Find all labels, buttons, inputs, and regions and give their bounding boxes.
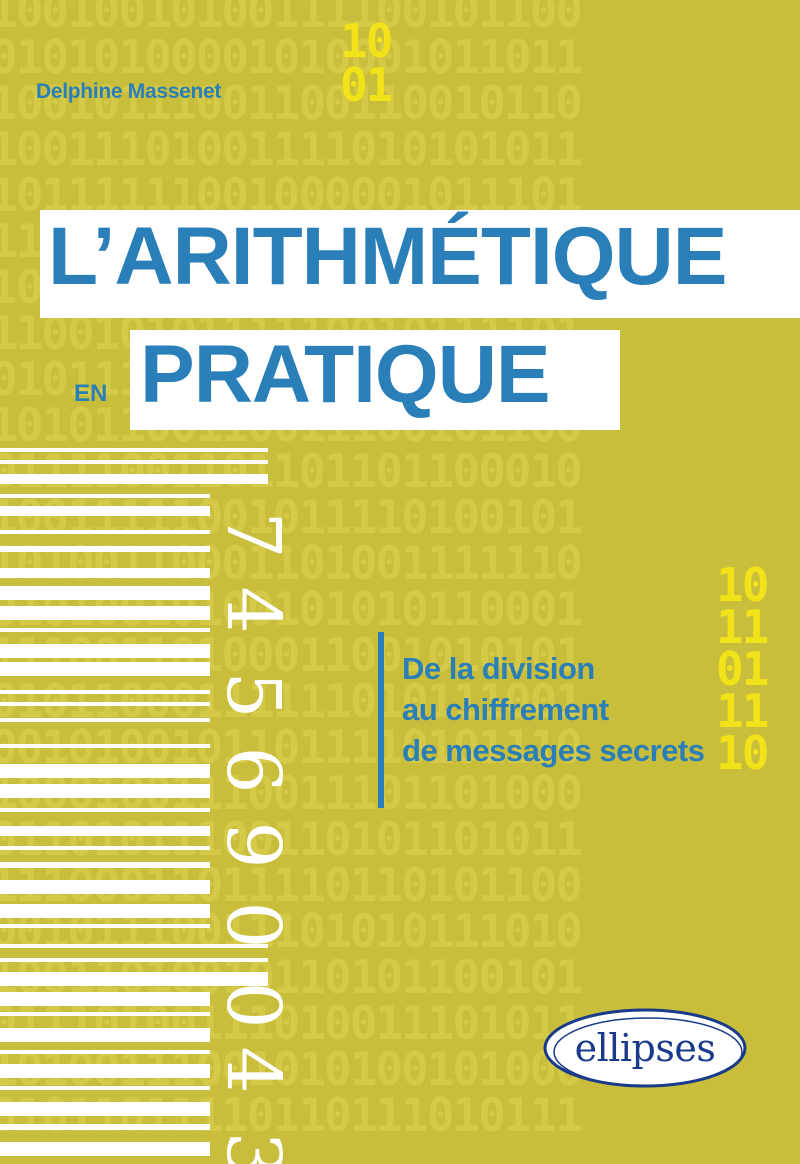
barcode-bar [0,784,210,798]
barcode-bar [0,924,210,928]
barcode-bar [0,1064,210,1078]
barcode-bar [0,846,210,850]
barcode-bar [0,644,210,658]
barcode-bar [0,474,268,484]
binary-highlight: 10 [716,726,769,780]
barcode-bar [0,460,268,464]
barcode-bar [0,530,210,534]
binary-row: 10010010100111100101100 [0,0,583,38]
barcode-digit: 4 [210,1046,296,1094]
barcode-bar [0,1086,210,1090]
binary-row: 10011101001111010101011 [0,122,583,176]
barcode-bar [0,880,210,894]
barcode-bar [0,1012,210,1016]
barcode-bar [0,1102,210,1116]
title-box-line2: PRATIQUE [130,330,620,430]
subtitle-line: De la division [402,651,595,686]
barcode-digit: 9 [210,821,296,869]
book-cover: 10010010100111100101100 01010100001010001… [0,0,800,1164]
barcode-digit: 3 [210,1131,296,1164]
barcode-bar [0,992,210,1006]
publisher-logo: ellipses [540,1000,750,1104]
barcode-bar [0,628,210,632]
title-box-line1: L’ARITHMÉTIQUE [40,210,800,318]
barcode-bar [0,546,210,552]
binary-highlight: 01 [340,58,393,112]
title-en: EN [74,380,108,407]
barcode-bar [0,826,210,836]
barcode-bar [0,1050,210,1054]
title-line2: PRATIQUE [140,329,551,420]
barcode-bar [0,718,210,722]
barcode-digit: 4 [210,586,296,634]
subtitle-rule [378,632,384,808]
publisher-name: ellipses [574,1026,716,1070]
barcode-digit: 0 [210,901,296,949]
barcode-bar [0,586,210,600]
barcode-bar [0,506,210,516]
barcode-bar [0,568,210,578]
binary-row: 01010100001010001011011 [0,30,583,84]
subtitle-line: au chiffrement [402,692,609,728]
barcode-bar [0,744,210,748]
barcode-bar [0,702,210,706]
barcode-bar [0,1028,210,1042]
barcode-bar [0,690,210,694]
barcode-bar [0,1124,210,1130]
author-name: Delphine Massenet [36,80,222,103]
binary-row: 01111001101101101100010 [0,444,583,498]
barcode-bar [0,808,210,812]
barcode-bar [0,764,210,778]
title-line1: L’ARITHMÉTIQUE [48,211,727,302]
barcode-bar [0,448,268,452]
barcode-bar [0,1142,210,1156]
subtitle: De la division au chiffrement de message… [402,648,705,772]
barcode-bar [0,904,210,918]
barcode-bar [0,606,210,620]
barcode-bar [0,662,210,676]
subtitle-line: de messages secrets [402,733,705,769]
barcode-bar [0,494,210,498]
barcode-bar [0,862,210,868]
